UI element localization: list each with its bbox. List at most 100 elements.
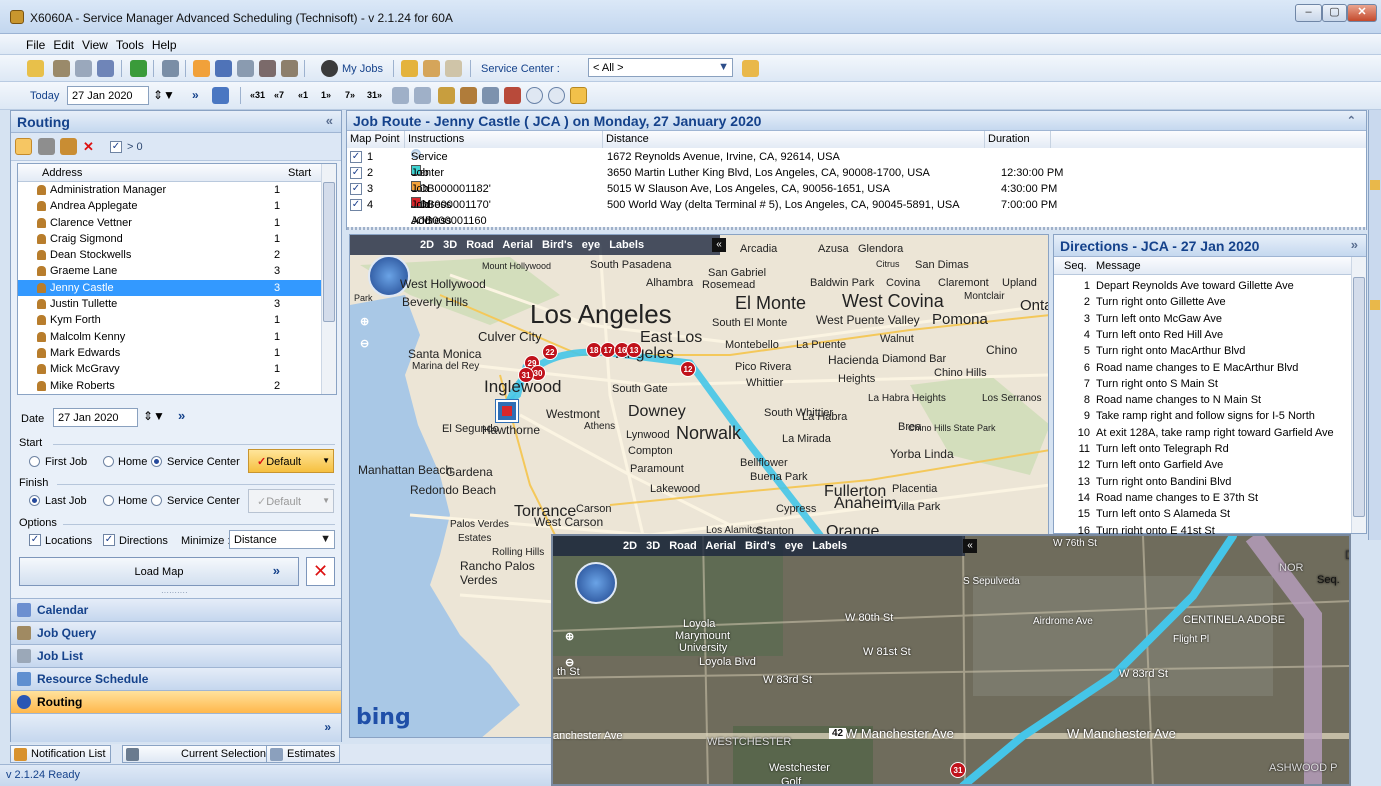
map-point-column-header[interactable]: Map Point bbox=[347, 131, 405, 148]
resource-row[interactable]: Mark Edwards 1 bbox=[18, 345, 336, 361]
routing-date-spinner-icon[interactable]: ⇕▼ bbox=[143, 409, 165, 423]
route-point-checkbox[interactable]: ✓ bbox=[350, 151, 362, 163]
route-row[interactable]: ✓1Service Center 31672 Reynolds Avenue, … bbox=[347, 149, 1366, 195]
route-point-checkbox[interactable]: ✓ bbox=[350, 167, 362, 179]
job-icon[interactable] bbox=[215, 60, 232, 77]
dock-icon[interactable] bbox=[1370, 180, 1380, 190]
add-job-icon[interactable] bbox=[401, 60, 418, 77]
direction-row[interactable]: 1 Depart Reynolds Ave toward Gillette Ave bbox=[1054, 278, 1352, 294]
today-button[interactable]: Today bbox=[30, 90, 59, 102]
duration-column-header[interactable]: Duration bbox=[985, 131, 1051, 148]
menu-help[interactable]: Help bbox=[148, 34, 181, 52]
print-icon[interactable] bbox=[162, 60, 179, 77]
resource-row[interactable]: Malcolm Kenny 1 bbox=[18, 329, 336, 345]
my-jobs-button[interactable]: My Jobs bbox=[342, 63, 383, 75]
tools-icon[interactable] bbox=[53, 60, 70, 77]
resource-row[interactable]: Justin Tullette 3 bbox=[18, 296, 336, 312]
aerial-modes[interactable]: 2D 3D Road Aerial Bird's eye Labels bbox=[623, 540, 847, 552]
route-point-checkbox[interactable]: ✓ bbox=[350, 183, 362, 195]
map-modes[interactable]: 2D 3D Road Aerial Bird's eye Labels bbox=[420, 239, 644, 251]
new-icon[interactable] bbox=[27, 60, 44, 77]
splitter-grip[interactable] bbox=[347, 227, 1366, 230]
resource-row[interactable]: Kym Forth 1 bbox=[18, 312, 336, 328]
resource-row[interactable]: Administration Manager 1 bbox=[18, 182, 336, 198]
resource-row[interactable]: Andrea Applegate 1 bbox=[18, 198, 336, 214]
refresh-icon[interactable] bbox=[130, 60, 147, 77]
resource-row[interactable]: Craig Sigmond 1 bbox=[18, 231, 336, 247]
finish-default-button[interactable]: ✓Default ▼ bbox=[248, 489, 334, 513]
estimates-tab[interactable]: Estimates bbox=[266, 745, 341, 763]
finish-last-job-radio[interactable] bbox=[29, 495, 40, 506]
start-first-job-radio[interactable] bbox=[29, 456, 40, 467]
load-map-button[interactable]: Load Map » bbox=[19, 557, 299, 586]
scroll-thumb[interactable] bbox=[323, 182, 335, 322]
scroll-thumb[interactable] bbox=[1353, 277, 1365, 517]
person-icon[interactable] bbox=[15, 138, 32, 155]
maximize-icon[interactable]: ▢ bbox=[1322, 4, 1347, 22]
directions-checkbox[interactable]: ✓ bbox=[103, 534, 115, 546]
route-row[interactable]: ✓ 3 Job 'JOB000001170' Address 5015 W Slaus… bbox=[347, 181, 1366, 227]
properties-icon[interactable] bbox=[75, 60, 92, 77]
resource-row[interactable]: Clarence Vettner 1 bbox=[18, 215, 336, 231]
splitter-grip[interactable]: ·········· bbox=[161, 588, 188, 597]
route-pin[interactable]: 31 bbox=[518, 367, 534, 383]
route-pin[interactable]: 13 bbox=[626, 342, 642, 358]
direction-row[interactable]: 3 Turn left onto McGaw Ave bbox=[1054, 311, 1352, 327]
direction-row[interactable]: 8 Road name changes to N Main St bbox=[1054, 392, 1352, 408]
save-icon[interactable] bbox=[97, 60, 114, 77]
menu-tools[interactable]: Tools bbox=[112, 34, 148, 52]
direction-row[interactable]: 6 Road name changes to E MacArthur Blvd bbox=[1054, 360, 1352, 376]
zoom-in-icon[interactable]: ⊕ bbox=[360, 315, 369, 328]
route-point-checkbox[interactable]: ✓ bbox=[350, 199, 362, 211]
resource-row[interactable]: Jenny Castle 3 bbox=[18, 279, 336, 297]
technician-icon[interactable] bbox=[60, 138, 77, 155]
collapse-icon[interactable]: « bbox=[326, 113, 333, 128]
menu-file[interactable]: File bbox=[0, 34, 49, 52]
zoom-in-icon[interactable]: ⊕ bbox=[565, 630, 574, 643]
locations-checkbox[interactable]: ✓ bbox=[29, 534, 41, 546]
notification-list-tab[interactable]: Notification List bbox=[10, 745, 111, 763]
resource-row[interactable]: Mike Roberts 2 bbox=[18, 378, 336, 394]
service-center-go-icon[interactable] bbox=[742, 60, 759, 77]
directions-scrollbar[interactable] bbox=[1351, 257, 1366, 533]
nav-more[interactable]: » bbox=[11, 713, 341, 742]
map-mode-bar[interactable]: 2D 3D Road Aerial Bird's eye Labels bbox=[350, 235, 720, 255]
back-7-button[interactable]: «7 bbox=[274, 90, 284, 100]
direction-row[interactable]: 10 At exit 128A, take ramp right toward G… bbox=[1054, 425, 1352, 441]
direction-row[interactable]: 7 Turn right onto S Main St bbox=[1054, 376, 1352, 392]
route-row[interactable]: ✓ 2 Job 'JOB000001182' Address 3650 Martin … bbox=[347, 165, 1366, 211]
resource-group-icon[interactable] bbox=[460, 87, 477, 104]
service-center-select[interactable]: < All > ▼ bbox=[588, 58, 733, 77]
resource-row[interactable]: Graeme Lane 3 bbox=[18, 263, 336, 279]
close-icon[interactable]: ✕ bbox=[1347, 4, 1377, 22]
minimize-icon[interactable]: – bbox=[1295, 4, 1322, 22]
direction-row[interactable]: 12 Turn left onto Garfield Ave bbox=[1054, 457, 1352, 473]
edit-job-icon[interactable] bbox=[423, 60, 440, 77]
zoom-in-icon[interactable] bbox=[526, 87, 543, 104]
back-1-button[interactable]: «1 bbox=[298, 90, 308, 100]
finish-home-radio[interactable] bbox=[103, 495, 114, 506]
resource-icon[interactable] bbox=[438, 87, 455, 104]
vehicle-icon[interactable] bbox=[38, 138, 55, 155]
direction-row[interactable]: 9 Take ramp right and follow signs for I-… bbox=[1054, 408, 1352, 424]
list-icon[interactable] bbox=[237, 60, 254, 77]
date-input[interactable]: 27 Jan 2020 bbox=[67, 86, 149, 105]
dispatch-icon[interactable] bbox=[259, 60, 276, 77]
resource-row[interactable]: Dean Stockwells 2 bbox=[18, 247, 336, 263]
seq-column-header[interactable]: Seq. bbox=[1064, 260, 1087, 272]
start-service-center-radio[interactable] bbox=[151, 456, 162, 467]
service-center-marker[interactable] bbox=[496, 400, 518, 422]
date-spinner-icon[interactable]: ⇕▼ bbox=[153, 88, 175, 102]
resource-row[interactable]: Mick McGravy 1 bbox=[18, 361, 336, 377]
direction-row[interactable]: 15 Turn left onto S Alameda St bbox=[1054, 506, 1352, 522]
routing-date-go-icon[interactable]: » bbox=[178, 408, 185, 423]
finish-service-center-radio[interactable] bbox=[151, 495, 162, 506]
filter-checkbox[interactable]: ✓ bbox=[110, 141, 122, 153]
direction-row[interactable]: 13 Turn right onto Bandini Blvd bbox=[1054, 474, 1352, 490]
route-row[interactable]: ✓ 4 Job JOB000001160 500 World Way (delta T… bbox=[347, 197, 1366, 227]
route-pin[interactable]: 22 bbox=[542, 344, 558, 360]
right-dock-strip[interactable] bbox=[1368, 110, 1381, 540]
clear-icon[interactable]: ✕ bbox=[83, 139, 94, 155]
forward-1-button[interactable]: 1» bbox=[321, 90, 331, 100]
message-column-header[interactable]: Message bbox=[1096, 260, 1141, 272]
